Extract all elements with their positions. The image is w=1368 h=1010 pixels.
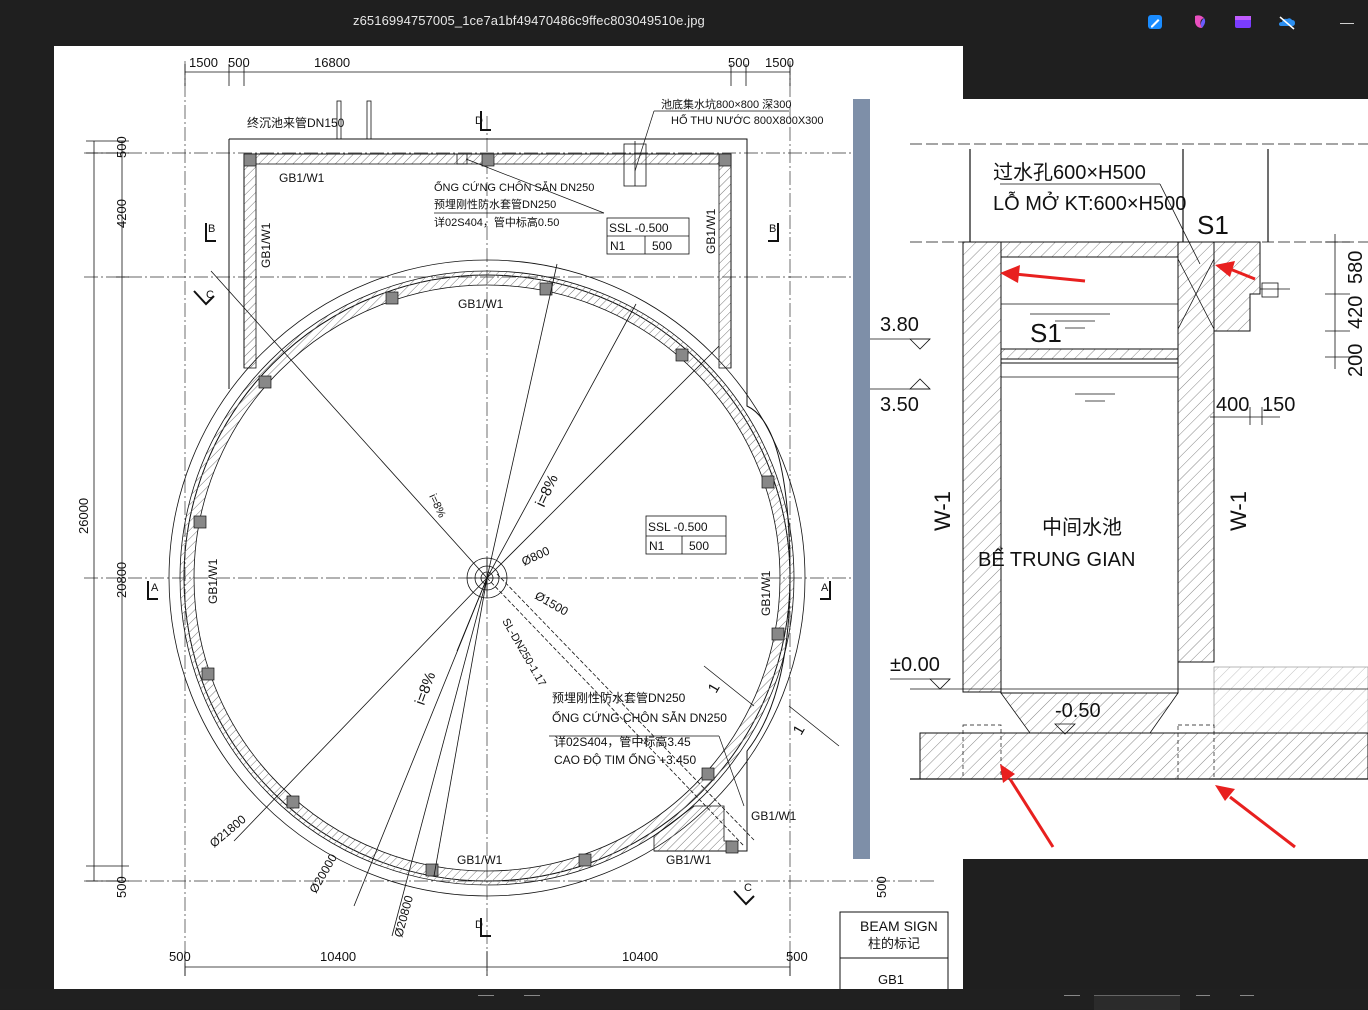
dim-left-3: 26000 <box>76 498 91 534</box>
dim-left-5: 500 <box>114 876 129 898</box>
slope-top: i=8% <box>532 472 562 510</box>
dim-400: 400 <box>1216 394 1249 416</box>
plan-drawing: 1500 500 16800 500 1500 500 4200 26000 2… <box>54 46 963 989</box>
window-title: z6516994757005_1ce7a1bf49470486c9ffec803… <box>353 13 705 28</box>
central-sump <box>466 557 508 599</box>
n1-mid: N1 <box>649 539 665 553</box>
onedrive-icon[interactable] <box>1277 12 1297 32</box>
dia-20000: Ø20000 <box>306 851 340 895</box>
minimize-button[interactable]: — <box>1335 10 1359 34</box>
dim-top-3: 16800 <box>314 55 350 70</box>
pipe-top-label: 终沉池来管DN150 <box>247 115 345 130</box>
edit-icon[interactable] <box>1145 12 1165 32</box>
n1-mid-value: 500 <box>689 539 709 553</box>
dim-top-1: 1500 <box>189 55 218 70</box>
ssl-mid: SSL -0.500 <box>648 520 708 534</box>
sleeve-bot-cn: 预埋刚性防水套管DN250 <box>552 690 686 705</box>
section-a-right: A <box>821 582 829 594</box>
wall-label-3: GB1/W1 <box>457 853 503 867</box>
ssl-top: SSL -0.500 <box>609 221 669 235</box>
slope-mark-2: 1 <box>790 722 809 738</box>
section-d-bottom: D <box>475 919 483 931</box>
dia-21800: Ø21800 <box>207 812 249 850</box>
dim-200: 200 <box>1345 344 1367 377</box>
opening-vn: LỖ MỞ KT:600×H500 <box>993 191 1186 215</box>
section-a-left: A <box>151 582 159 594</box>
level-380: 3.80 <box>880 314 919 336</box>
dim-right-bottom: 500 <box>874 876 889 898</box>
dim-left-2: 4200 <box>114 199 129 228</box>
wall-label-4: GB1/W1 <box>666 853 712 867</box>
dia-800: Ø800 <box>519 543 552 568</box>
s1-label-top: S1 <box>1197 210 1229 240</box>
title-bar: z6516994757005_1ce7a1bf49470486c9ffec803… <box>0 0 1368 44</box>
legend-title-en: BEAM SIGN <box>860 918 938 934</box>
sleeve-bot-vn: ỐNG CỨNG CHÔN SẴN DN250 <box>552 710 727 725</box>
search-icon[interactable] <box>1196 995 1210 1010</box>
dim-150: 150 <box>1262 394 1295 416</box>
level-050: -0.50 <box>1055 700 1101 722</box>
tank-name-cn: 中间水池 <box>1042 516 1122 539</box>
dim-bottom-1: 500 <box>169 949 191 964</box>
section-c-top: C <box>206 289 214 301</box>
zoom-out-icon[interactable] <box>478 995 494 1010</box>
sleeve-top-ref: 详02S404，管中标高0.50 <box>434 215 559 229</box>
wall-label-1: GB1/W1 <box>279 171 325 185</box>
sludge-pipe: SL-DN250-1.17 <box>499 617 548 689</box>
dim-bottom-2: 10400 <box>320 949 356 964</box>
settings-icon[interactable] <box>1240 995 1254 1010</box>
legend-item: GB1 <box>878 972 904 987</box>
slope-small: i=8% <box>426 492 447 520</box>
sleeve-top-cn: 预埋刚性防水套管DN250 <box>434 197 556 211</box>
slope-mark-1: 1 <box>705 680 724 696</box>
level-000: ±0.00 <box>890 654 940 676</box>
dim-bottom-3: 10400 <box>622 949 658 964</box>
sleeve-bot-ref: 详02S404，管中标高3.45 <box>554 734 691 749</box>
legend-title-cn: 柱的标记 <box>868 936 920 951</box>
wall-label-9: GB1/W1 <box>759 570 773 616</box>
section-drawing: 过水孔600×H500 LỖ MỞ KT:600×H500 S1 S1 3.80… <box>870 99 1368 859</box>
sleeve-top-vn: ỐNG CỨNG CHÔN SẴN DN250 <box>434 180 594 194</box>
zoom-field[interactable] <box>1094 995 1180 1010</box>
copilot-icon[interactable] <box>1190 12 1210 32</box>
dim-top-4: 500 <box>728 55 750 70</box>
wall-label-2: GB1/W1 <box>458 297 504 311</box>
wall-label-8: GB1/W1 <box>206 558 220 604</box>
dim-top-2: 500 <box>228 55 250 70</box>
clipchamp-icon[interactable] <box>1233 12 1253 32</box>
section-b-left: B <box>208 223 215 235</box>
section-d-top: D <box>475 115 483 127</box>
sleeve-bot-level: CAO ĐỘ TIM ỐNG +3.450 <box>554 752 696 767</box>
wall-w1-left: W-1 <box>930 491 955 531</box>
wall-label-7: GB1/W1 <box>704 208 718 254</box>
wall-w1-right: W-1 <box>1226 491 1251 531</box>
sump-label-cn: 池底集水坑800×800 深300 <box>661 97 792 111</box>
opening-cn: 过水孔600×H500 <box>993 161 1146 184</box>
section-inset-window[interactable]: 过水孔600×H500 LỖ MỞ KT:600×H500 S1 S1 3.80… <box>853 99 1368 859</box>
dim-580: 580 <box>1345 251 1367 284</box>
n1-top-value: 500 <box>652 239 672 253</box>
sump-label-vn: HỐ THU NƯỚC 800X800X300 <box>671 113 824 127</box>
dim-bottom-4: 500 <box>786 949 808 964</box>
section-c-bottom: C <box>744 882 752 894</box>
tank-name-vn: BỂ TRUNG GIAN <box>978 548 1135 571</box>
wall-label-6: GB1/W1 <box>259 222 273 268</box>
wall-label-5: GB1/W1 <box>751 809 797 823</box>
bottom-toolbar <box>0 989 1368 1010</box>
dia-1500: Ø1500 <box>533 588 571 618</box>
dim-left-4: 20800 <box>114 562 129 598</box>
zoom-in-icon[interactable] <box>524 995 540 1010</box>
dim-top-5: 1500 <box>765 55 794 70</box>
s1-label-tank: S1 <box>1030 318 1062 348</box>
dim-left-1: 500 <box>114 136 129 158</box>
dim-420: 420 <box>1345 296 1367 329</box>
dia-20800: Ø20800 <box>391 894 416 939</box>
level-350: 3.50 <box>880 394 919 416</box>
n1-top: N1 <box>610 239 626 253</box>
slope-bottom: i=8% <box>412 670 440 708</box>
beam-sign-legend: BEAM SIGN 柱的标记 GB1 <box>839 911 949 989</box>
fit-icon[interactable] <box>1064 995 1080 1010</box>
section-b-right: B <box>769 223 776 235</box>
